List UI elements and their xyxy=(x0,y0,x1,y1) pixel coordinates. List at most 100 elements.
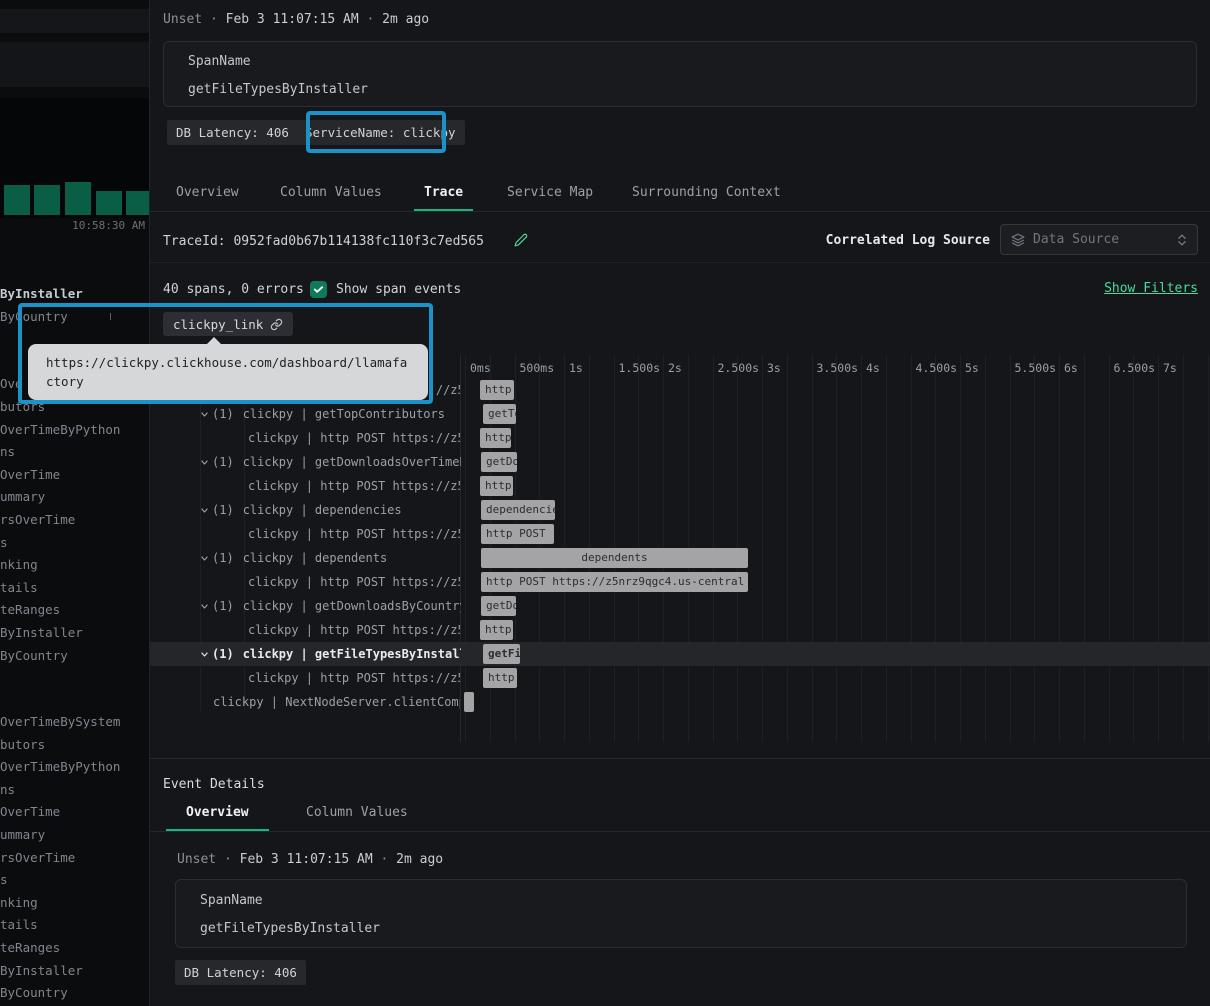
tab-surrounding-context[interactable]: Surrounding Context xyxy=(622,180,791,211)
span-duration-bar[interactable]: dependencies xyxy=(481,500,555,520)
select-chevrons-icon xyxy=(1177,233,1187,247)
chevron-down-icon[interactable] xyxy=(196,554,212,563)
span-duration-bar[interactable]: http POST xyxy=(481,524,554,544)
chevron-down-icon[interactable] xyxy=(196,602,212,611)
sidebar-item[interactable]: rsOverTime xyxy=(0,850,75,865)
sidebar-item[interactable]: ns xyxy=(0,782,15,797)
trace-span-row[interactable]: clickpy | http POST https://z5nrz http PO… xyxy=(150,666,1210,690)
db-latency-badge[interactable]: DB Latency: 406 xyxy=(167,120,298,145)
timeline-tick-label: 2s xyxy=(668,361,682,375)
sidebar-item[interactable]: nking xyxy=(0,895,38,910)
span-duration-bar[interactable]: dependents xyxy=(481,548,748,568)
sidebar-item[interactable]: ByInstaller xyxy=(0,625,83,640)
sidebar-item[interactable]: ByInstaller xyxy=(0,963,83,978)
span-duration-bar[interactable]: getDownloadsByCountry xyxy=(481,596,516,616)
tab-column-values[interactable]: Column Values xyxy=(270,180,392,211)
timeline-tick-label: 4s xyxy=(866,361,880,375)
trace-flyout-screen: 10:58:30 AM ByInstallerByCountryOvebutor… xyxy=(0,0,1210,1006)
timeline-tick-label: 2.500s xyxy=(718,361,760,375)
span-name-card: SpanName getFileTypesByInstaller xyxy=(163,41,1197,107)
data-source-placeholder: Data Source xyxy=(1033,232,1169,247)
event-details-title: Event Details xyxy=(163,777,265,792)
span-duration-bar[interactable]: http POST xyxy=(480,620,513,640)
span-label: clickpy | http POST https://z5nrz xyxy=(248,575,460,589)
sidebar-item[interactable]: teRanges xyxy=(0,940,60,955)
annotation-box-db-latency xyxy=(306,111,446,153)
sidebar-item[interactable]: OverTimeByPython xyxy=(0,422,120,437)
span-duration-bar[interactable]: getDownloadsOverTimeByS xyxy=(481,452,517,472)
correlated-log-source-label: Correlated Log Source xyxy=(826,233,990,248)
timeline-tick-label: 1s xyxy=(569,361,583,375)
tab-overview[interactable]: Overview xyxy=(166,180,249,211)
span-label: clickpy | dependencies xyxy=(243,503,402,517)
span-duration-bar[interactable]: http POST xyxy=(480,380,514,400)
trace-span-row[interactable]: clickpy | NextNodeServer.clientCompone xyxy=(150,690,1210,714)
annotation-box-clickpy-link xyxy=(18,303,433,404)
timeline-tick-label: 500ms xyxy=(520,361,555,375)
span-duration-bar[interactable]: getFileTypesByInstaller xyxy=(483,644,520,664)
bottom-tab-column-values[interactable]: Column Values xyxy=(286,800,428,831)
span-label: clickpy | NextNodeServer.clientCompone xyxy=(213,695,460,709)
sidebar-item[interactable]: butors xyxy=(0,737,45,752)
sidebar-item[interactable]: ByInstaller xyxy=(0,286,83,301)
chevron-down-icon[interactable] xyxy=(196,650,212,659)
background-row xyxy=(0,9,150,33)
data-source-select[interactable]: Data Source xyxy=(1000,224,1198,255)
span-duration-bar[interactable]: http POST xyxy=(480,476,513,496)
span-child-count: (1) xyxy=(212,503,234,517)
trace-span-row[interactable]: clickpy | http POST https://z5nrz http PO… xyxy=(150,570,1210,594)
span-label: clickpy | getTopContributors xyxy=(243,407,445,421)
sidebar-item[interactable]: s xyxy=(0,535,8,550)
sidebar-item[interactable]: ByCountry xyxy=(0,985,68,1000)
span-duration-bar[interactable]: http POST https://z5nrz9qgc4.us-central xyxy=(481,572,748,592)
span-child-count: (1) xyxy=(212,455,234,469)
histogram-bar xyxy=(4,185,30,215)
sidebar-item[interactable]: rsOverTime xyxy=(0,512,75,527)
sidebar-item[interactable]: ns xyxy=(0,444,15,459)
chevron-down-icon[interactable] xyxy=(196,506,212,515)
bottom-tab-overview[interactable]: Overview xyxy=(166,800,269,831)
sidebar-item[interactable]: ummary xyxy=(0,489,45,504)
show-span-events-label[interactable]: Show span events xyxy=(336,282,461,297)
sidebar-item[interactable]: OverTimeByPython xyxy=(0,759,120,774)
span-child-count: (1) xyxy=(212,407,234,421)
trace-span-row[interactable]: clickpy | http POST https://z5nrzhttp PO… xyxy=(150,426,1210,450)
sidebar-item[interactable]: s xyxy=(0,872,8,887)
edit-trace-icon[interactable] xyxy=(514,233,528,247)
span-duration-bar[interactable] xyxy=(464,692,474,712)
chevron-down-icon[interactable] xyxy=(196,458,212,467)
sidebar-item[interactable]: teRanges xyxy=(0,602,60,617)
tab-trace[interactable]: Trace xyxy=(414,180,473,211)
trace-span-row[interactable]: (1) clickpy | getTopContributors getTopCon… xyxy=(150,402,1210,426)
trace-span-row[interactable]: (1)clickpy | dependentsdependents xyxy=(150,546,1210,570)
trace-span-row[interactable]: (1) clickpy | dependencies dependencies xyxy=(150,498,1210,522)
tab-service-map[interactable]: Service Map xyxy=(497,180,603,211)
span-duration-bar[interactable]: http POST xyxy=(483,668,517,688)
span-label: clickpy | http POST https://z5nrz xyxy=(248,671,460,685)
sidebar-item[interactable]: OverTime xyxy=(0,467,60,482)
event-relative-time: 2m ago xyxy=(396,852,443,867)
span-duration-bar[interactable]: getTopContributors xyxy=(483,404,516,424)
db-latency-badge[interactable]: DB Latency: 406 xyxy=(175,960,306,985)
sidebar-item[interactable]: tails xyxy=(0,580,38,595)
sidebar-item[interactable]: tails xyxy=(0,917,38,932)
background-results-panel: 10:58:30 AM ByInstallerByCountryOvebutor… xyxy=(0,0,150,1006)
show-span-events-checkbox[interactable] xyxy=(310,281,327,298)
chevron-down-icon[interactable] xyxy=(196,410,212,419)
tabs-border xyxy=(150,211,1210,212)
sidebar-item[interactable]: ummary xyxy=(0,827,45,842)
trace-span-row[interactable]: (1)clickpy | getDownloadsByCountrygetDow… xyxy=(150,594,1210,618)
trace-span-row[interactable]: (1)clickpy | getFileTypesByInstallergetF… xyxy=(150,642,1210,666)
trace-span-row[interactable]: clickpy | http POST https://z5nrzhttp PO… xyxy=(150,474,1210,498)
sidebar-item[interactable]: ByCountry xyxy=(0,648,68,663)
span-duration-bar[interactable]: http POST xyxy=(480,428,511,448)
trace-span-row[interactable]: clickpy | http POST https://z5nrzhttp PO… xyxy=(150,522,1210,546)
sidebar-item[interactable]: OverTimeBySystem xyxy=(0,714,120,729)
trace-span-row[interactable]: (1)clickpy | getDownloadsOverTimeBySgetD… xyxy=(150,450,1210,474)
sidebar-item[interactable]: nking xyxy=(0,557,38,572)
sidebar-item[interactable]: OverTime xyxy=(0,804,60,819)
timeline-tick-label: 6.500s xyxy=(1114,361,1156,375)
section-border xyxy=(150,262,1210,263)
show-filters-link[interactable]: Show Filters xyxy=(1104,281,1198,296)
trace-span-row[interactable]: clickpy | http POST https://z5nrzhttp PO… xyxy=(150,618,1210,642)
